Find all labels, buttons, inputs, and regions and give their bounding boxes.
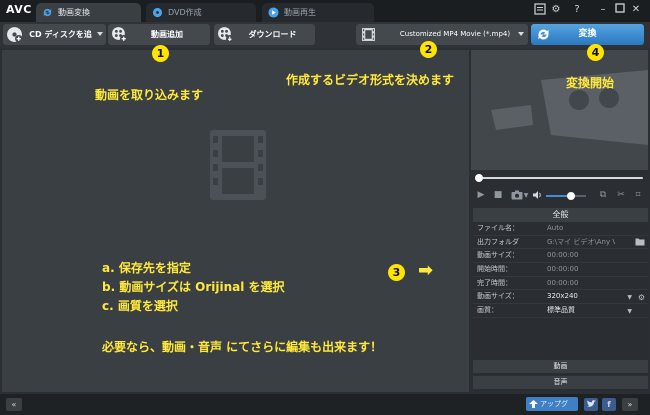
- folder-open-icon[interactable]: [635, 237, 645, 250]
- property-key: 画質：: [477, 306, 498, 315]
- minimize-button[interactable]: –: [596, 3, 610, 17]
- snapshot-camera-icon[interactable]: [510, 190, 523, 201]
- property-key: ファイル名：: [477, 224, 519, 232]
- title-bar: AVC 動画変換 DVD作成 動画再生 ⚙ ? – ✕: [0, 0, 650, 22]
- tab-label: 動画再生: [284, 8, 316, 17]
- step-marker-3: 3: [388, 264, 405, 281]
- chevron-down-icon[interactable]: [97, 32, 103, 36]
- property-row-video-size[interactable]: 動画サイズ： 00:00:00: [473, 249, 648, 264]
- convert-button[interactable]: 変換: [531, 24, 644, 45]
- play-icon: [268, 7, 279, 18]
- video-preview: [471, 50, 648, 170]
- add-video-button[interactable]: 動画追加: [108, 24, 210, 45]
- stop-icon[interactable]: ■: [493, 190, 503, 201]
- property-key: 開始時間：: [477, 265, 512, 274]
- seek-track[interactable]: [479, 177, 643, 179]
- annotation-step-c: c. 画質を選択: [102, 299, 178, 313]
- upgrade-label: アップグレ...: [540, 400, 568, 415]
- annotation-note: 必要なら、動画・音声 にてさらに編集も出来ます！: [102, 340, 383, 354]
- volume-handle[interactable]: [567, 192, 575, 200]
- seek-bar[interactable]: [471, 171, 648, 185]
- property-row-start-time[interactable]: 開始時間： 00:00:00: [473, 263, 648, 277]
- app-logo: AVC: [6, 3, 32, 16]
- tab-label: 動画変換: [58, 8, 90, 17]
- chevron-down-icon[interactable]: ▼: [523, 190, 529, 201]
- property-value[interactable]: 00:00:00: [547, 263, 627, 276]
- seek-handle[interactable]: [475, 174, 483, 182]
- player-controls: ▶ ■ ▼ ⧉ ✂ ⌗: [471, 186, 648, 206]
- upgrade-arrow-icon: [529, 400, 538, 408]
- crop-icon[interactable]: ⌗: [633, 190, 643, 201]
- trim-scissors-icon[interactable]: ✂: [616, 190, 626, 201]
- property-value[interactable]: 00:00:00: [547, 277, 627, 290]
- properties-header: 全般: [473, 208, 648, 222]
- property-row-filename[interactable]: ファイル名： Auto: [473, 222, 648, 236]
- facebook-icon[interactable]: f: [602, 398, 616, 411]
- copy-icon[interactable]: ⧉: [598, 190, 608, 201]
- step-marker-1: 1: [152, 45, 169, 62]
- convert-label: 変換: [578, 29, 597, 39]
- chevron-down-icon[interactable]: ▼: [627, 291, 632, 304]
- maximize-button[interactable]: [613, 3, 627, 17]
- download-label: ダウンロード: [248, 30, 297, 39]
- collapse-right-button[interactable]: »: [622, 398, 638, 411]
- chevron-down-icon[interactable]: [518, 32, 524, 36]
- film-strip-icon: [362, 28, 375, 41]
- add-video-label: 動画追加: [151, 30, 183, 39]
- annotation-start: 変換開始: [566, 76, 615, 90]
- film-reel-watermark-icon: [491, 70, 648, 145]
- output-format-dropdown[interactable]: Customized MP4 Movie (*.mp4): [356, 24, 528, 45]
- property-key: 動画サイズ：: [477, 251, 519, 260]
- output-format-value: Customized MP4 Movie (*.mp4): [399, 30, 511, 38]
- close-button[interactable]: ✕: [629, 3, 643, 17]
- property-value[interactable]: Auto: [547, 222, 627, 235]
- help-button[interactable]: ?: [570, 3, 584, 17]
- property-key: 動画サイズ：: [477, 292, 519, 301]
- convert-icon: [43, 8, 52, 17]
- tab-video-play[interactable]: 動画再生: [262, 3, 374, 22]
- download-button[interactable]: ダウンロード: [214, 24, 315, 45]
- property-value[interactable]: 標準品質: [547, 304, 617, 317]
- property-row-output-folder[interactable]: 出力フォルダ G:\マイ ビデオ\Any Vide...: [473, 236, 648, 250]
- settings-gear-icon[interactable]: ⚙: [549, 3, 563, 17]
- annotation-step-b: b. 動画サイズは Orijinal を選択: [102, 280, 285, 294]
- twitter-icon[interactable]: [584, 398, 598, 411]
- property-key: 完了時間：: [477, 278, 512, 287]
- property-row-end-time[interactable]: 完了時間： 00:00:00: [473, 277, 648, 291]
- annotation-step-a: a. 保存先を指定: [102, 261, 191, 275]
- section-audio[interactable]: 音声: [473, 376, 648, 389]
- tab-dvd-create[interactable]: DVD作成: [146, 3, 256, 22]
- annotation-import: 動画を取り込みます: [95, 88, 204, 102]
- status-bar: « アップグレ... f »: [0, 394, 650, 415]
- annotation-format: 作成するビデオ形式を決めます: [286, 73, 455, 87]
- arrow-right-icon: ➡: [418, 260, 434, 281]
- film-strip-icon: [210, 130, 266, 200]
- tab-video-convert[interactable]: 動画変換: [36, 3, 141, 22]
- volume-icon[interactable]: [532, 190, 542, 201]
- film-reel-add-icon: [112, 27, 128, 43]
- section-video[interactable]: 動画: [473, 360, 648, 373]
- collapse-left-button[interactable]: «: [6, 398, 22, 411]
- property-row-quality[interactable]: 画質： 標準品質 ▼: [473, 304, 648, 318]
- chevron-down-icon[interactable]: ▼: [627, 305, 632, 318]
- film-reel-download-icon: [218, 27, 234, 43]
- property-value[interactable]: 320x240: [547, 290, 617, 303]
- play-icon[interactable]: ▶: [476, 190, 486, 201]
- tab-label: DVD作成: [168, 8, 202, 17]
- property-value[interactable]: G:\マイ ビデオ\Any Vide...: [547, 236, 615, 249]
- property-key: 出力フォルダ: [477, 237, 519, 246]
- settings-gear-icon[interactable]: ⚙: [638, 291, 645, 304]
- store-icon[interactable]: [533, 3, 547, 17]
- property-value: 00:00:00: [547, 251, 579, 260]
- property-row-dimensions[interactable]: 動画サイズ： 320x240 ▼ ⚙: [473, 290, 648, 305]
- upgrade-button[interactable]: アップグレ...: [526, 397, 578, 415]
- step-marker-2: 2: [420, 41, 437, 58]
- cd-add-icon: [7, 27, 23, 43]
- toolbar: CD ディスクを追加 動画追加 ダウンロード Customized MP4 Mo…: [0, 22, 650, 60]
- step-marker-4: 4: [587, 44, 604, 61]
- disc-icon: [152, 7, 163, 18]
- add-cd-button[interactable]: CD ディスクを追加: [3, 24, 106, 60]
